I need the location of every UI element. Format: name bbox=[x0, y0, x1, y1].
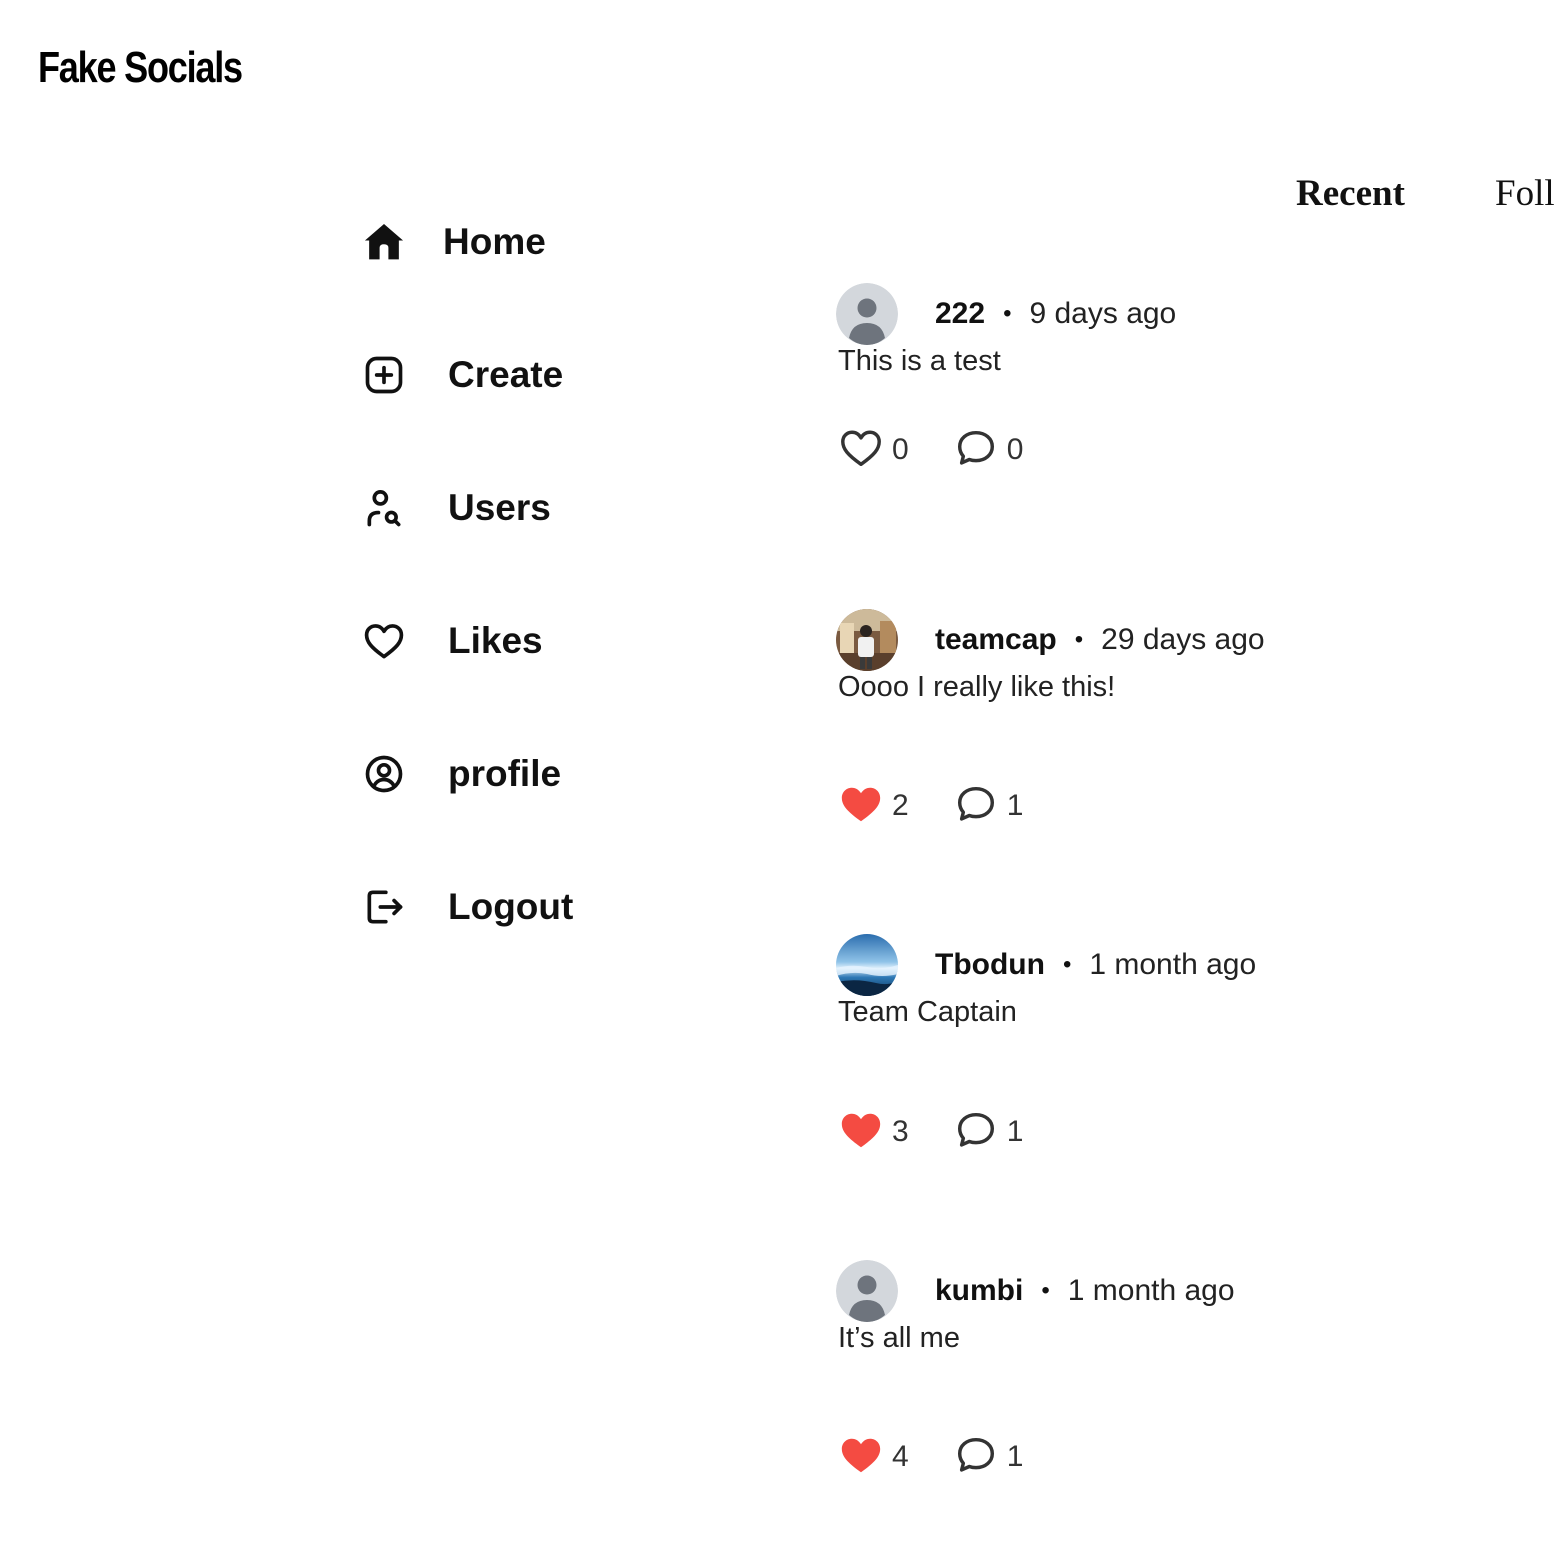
post-content: This is a test bbox=[838, 345, 1001, 377]
post-content: Oooo I really like this! bbox=[838, 671, 1116, 703]
post-actions: 4 1 bbox=[838, 1432, 1023, 1482]
tab-recent[interactable]: Recent bbox=[1296, 172, 1405, 215]
comment-count: 1 bbox=[1006, 1440, 1024, 1473]
user-search-icon bbox=[358, 482, 410, 534]
separator-dot: • bbox=[1074, 626, 1084, 653]
photo-avatar[interactable] bbox=[836, 609, 898, 671]
default-avatar[interactable] bbox=[836, 1260, 898, 1322]
like-count: 4 bbox=[892, 1440, 909, 1473]
post-card: teamcap • 29 days ago Oooo I really like… bbox=[836, 609, 1536, 849]
comment-bubble-icon bbox=[953, 425, 999, 476]
default-avatar[interactable] bbox=[836, 283, 898, 345]
post-time: 1 month ago bbox=[1089, 948, 1257, 981]
nav-item-users[interactable]: Users bbox=[358, 474, 551, 542]
nav-label-users: Users bbox=[448, 487, 551, 528]
post-actions: 3 1 bbox=[838, 1107, 1023, 1157]
separator-dot: • bbox=[1003, 300, 1012, 327]
heart-filled-icon bbox=[838, 1432, 884, 1483]
nav-label-profile: profile bbox=[448, 753, 562, 794]
post-username[interactable]: 222 bbox=[935, 297, 985, 331]
heart-outline-icon bbox=[838, 425, 884, 476]
post-card: Tbodun • 1 month ago Team Captain 3 1 bbox=[836, 934, 1536, 1174]
comment-count: 1 bbox=[1006, 789, 1024, 822]
post-time: 9 days ago bbox=[1029, 297, 1177, 330]
nav-label-likes: Likes bbox=[448, 620, 543, 661]
post-username[interactable]: kumbi bbox=[935, 1274, 1023, 1308]
user-circle-icon bbox=[358, 748, 410, 800]
comment-count: 0 bbox=[1006, 433, 1024, 466]
tab-following[interactable]: Foll bbox=[1495, 172, 1554, 215]
post-card: kumbi • 1 month ago It’s all me 4 1 bbox=[836, 1260, 1536, 1500]
post-actions: 2 1 bbox=[838, 781, 1023, 831]
comment-bubble-icon bbox=[953, 1432, 999, 1483]
post-time: 29 days ago bbox=[1101, 623, 1265, 656]
post-card: 222 • 9 days ago This is a test 0 0 bbox=[836, 283, 1536, 523]
heart-filled-icon bbox=[838, 1107, 884, 1158]
separator-dot: • bbox=[1041, 1277, 1050, 1304]
post-header: Tbodun • 1 month ago bbox=[836, 934, 1256, 996]
plus-square-icon bbox=[358, 349, 410, 401]
nav-item-logout[interactable]: Logout bbox=[358, 873, 573, 941]
post-time: 1 month ago bbox=[1067, 1274, 1235, 1307]
nav-item-home[interactable]: Home bbox=[358, 208, 546, 276]
post-header: teamcap • 29 days ago bbox=[836, 609, 1265, 671]
like-button[interactable]: 3 bbox=[838, 1107, 909, 1158]
comment-button[interactable]: 0 bbox=[953, 425, 1024, 476]
nav-label-home: Home bbox=[443, 221, 546, 262]
comment-button[interactable]: 1 bbox=[953, 1107, 1024, 1158]
like-count: 2 bbox=[892, 789, 909, 822]
like-count: 0 bbox=[892, 433, 909, 466]
comment-button[interactable]: 1 bbox=[953, 1432, 1024, 1483]
post-content: It’s all me bbox=[838, 1322, 960, 1354]
like-count: 3 bbox=[892, 1115, 909, 1148]
landscape-avatar[interactable] bbox=[836, 934, 898, 996]
app-logo[interactable]: Fake Socials bbox=[38, 40, 243, 96]
comment-count: 1 bbox=[1006, 1115, 1024, 1148]
like-button[interactable]: 2 bbox=[838, 781, 909, 832]
nav-item-likes[interactable]: Likes bbox=[358, 607, 543, 675]
like-button[interactable]: 4 bbox=[838, 1432, 909, 1483]
heart-filled-icon bbox=[838, 781, 884, 832]
post-header: kumbi • 1 month ago bbox=[836, 1260, 1235, 1322]
post-content: Team Captain bbox=[838, 996, 1017, 1028]
comment-bubble-icon bbox=[953, 1107, 999, 1158]
nav-item-profile[interactable]: profile bbox=[358, 740, 561, 808]
post-username[interactable]: teamcap bbox=[935, 623, 1057, 657]
comment-button[interactable]: 1 bbox=[953, 781, 1024, 832]
post-header: 222 • 9 days ago bbox=[836, 283, 1176, 345]
nav-item-create[interactable]: Create bbox=[358, 341, 563, 409]
post-username[interactable]: Tbodun bbox=[935, 948, 1045, 982]
post-actions: 0 0 bbox=[838, 425, 1023, 475]
nav-label-create: Create bbox=[448, 354, 564, 395]
like-button[interactable]: 0 bbox=[838, 425, 909, 476]
nav-label-logout: Logout bbox=[448, 886, 574, 927]
home-icon bbox=[358, 216, 410, 268]
separator-dot: • bbox=[1062, 951, 1072, 978]
heart-icon bbox=[358, 615, 410, 667]
comment-bubble-icon bbox=[953, 781, 999, 832]
logout-icon bbox=[358, 881, 410, 933]
